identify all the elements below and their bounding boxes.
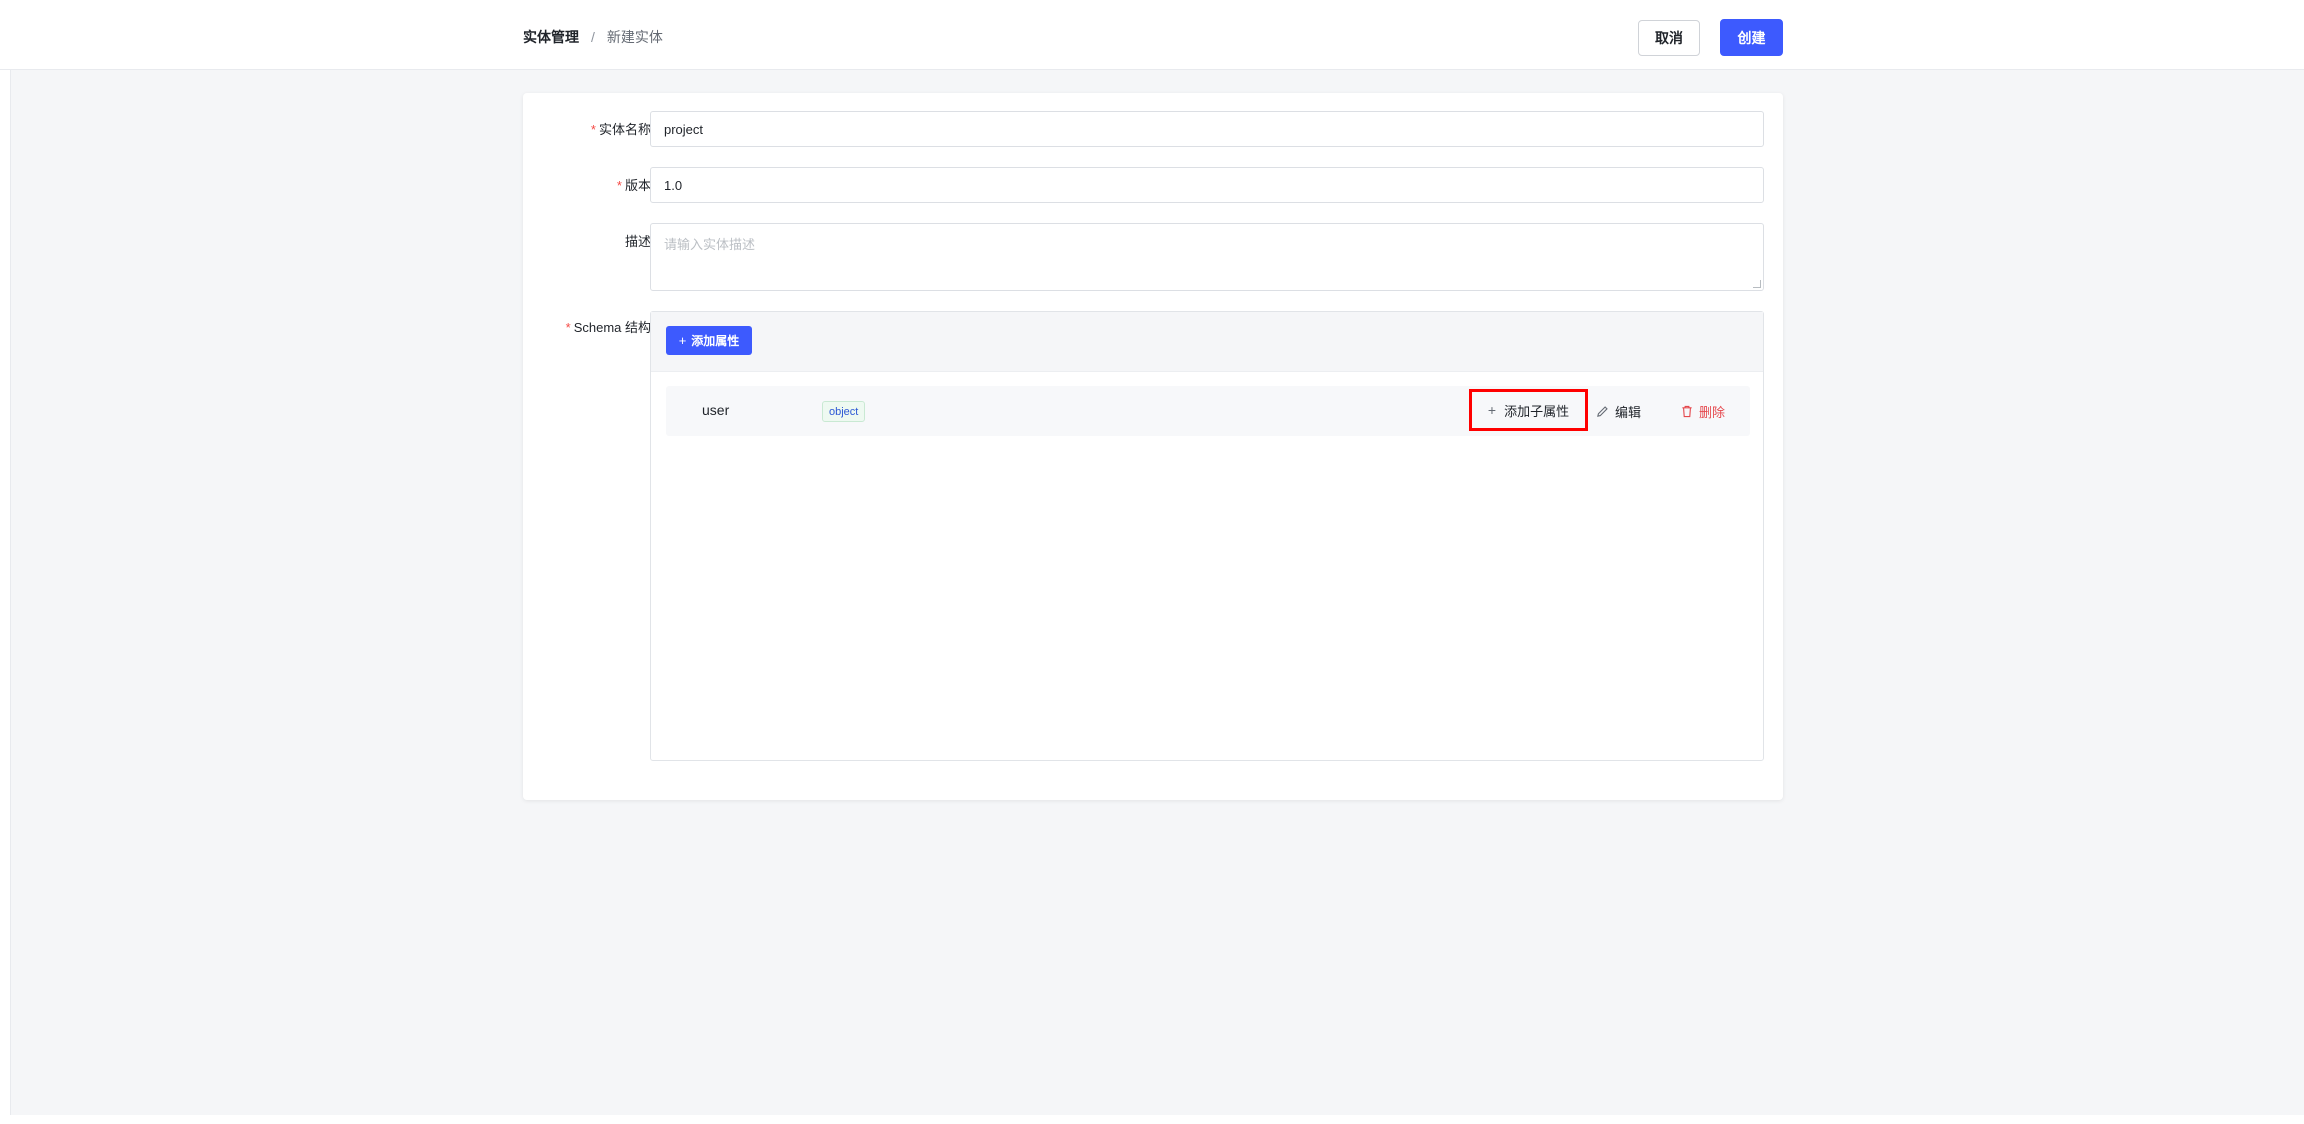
trash-icon	[1682, 405, 1692, 417]
breadcrumb: 实体管理 / 新建实体	[523, 28, 663, 46]
required-mark: *	[616, 178, 622, 193]
edit-icon	[1597, 405, 1608, 417]
entity-name-input[interactable]: project	[650, 111, 1764, 147]
resize-handle[interactable]	[1753, 280, 1761, 288]
required-mark: *	[590, 122, 596, 137]
version-value: 1.0	[664, 177, 683, 193]
description-textarea[interactable]: 请输入实体描述	[650, 223, 1764, 291]
property-type-badge: object	[822, 401, 866, 422]
description-placeholder: 请输入实体描述	[664, 237, 756, 252]
property-row: user object + 添加子属性 编辑 删除	[666, 386, 1750, 436]
version-label: * 版本	[616, 178, 651, 193]
breadcrumb-separator: /	[591, 29, 595, 45]
entity-name-value: project	[664, 121, 704, 137]
delete-property-button[interactable]: 删除	[1681, 401, 1725, 421]
schema-label: * Schema 结构	[565, 320, 651, 335]
breadcrumb-current: 新建实体	[606, 29, 663, 45]
entity-form-card: * 实体名称 project * 版本 1.0 描述 请输入实体描述 * Schema…	[523, 93, 1783, 800]
plus-icon: +	[1487, 402, 1497, 418]
top-bar: 实体管理 / 新建实体 取消 创建	[0, 0, 2304, 70]
property-name: user	[702, 402, 730, 418]
breadcrumb-root[interactable]: 实体管理	[523, 28, 579, 46]
add-property-button[interactable]: + 添加属性	[666, 326, 752, 355]
create-button[interactable]: 创建	[1720, 19, 1783, 56]
schema-toolbar: + 添加属性	[651, 312, 1763, 372]
version-input[interactable]: 1.0	[650, 167, 1764, 203]
required-mark: *	[565, 320, 571, 335]
cancel-button[interactable]: 取消	[1638, 20, 1700, 56]
add-child-property-button[interactable]: + 添加子属性	[1469, 389, 1588, 431]
plus-icon: +	[678, 333, 687, 348]
entity-name-label: * 实体名称	[590, 122, 651, 137]
edit-property-button[interactable]: 编辑	[1596, 401, 1641, 421]
schema-editor: + 添加属性 user object + 添加子属性 编辑 删除	[650, 311, 1764, 761]
description-label: 描述	[624, 234, 651, 249]
